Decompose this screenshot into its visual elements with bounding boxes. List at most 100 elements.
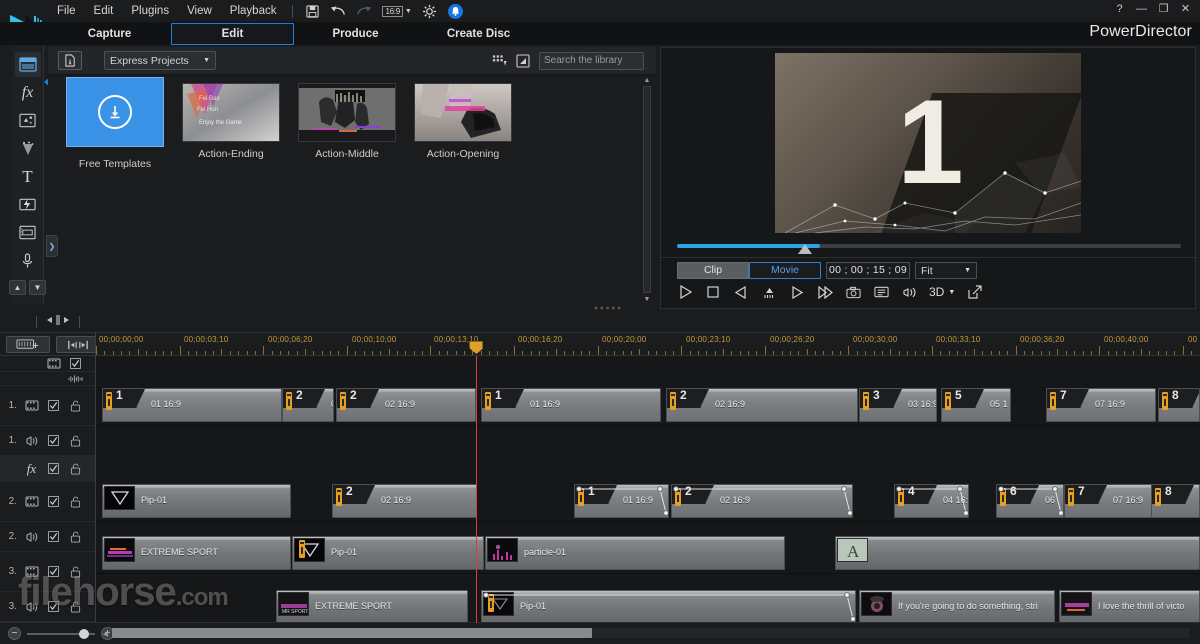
track-lock-icon[interactable] [68, 495, 83, 508]
menu-playback[interactable]: Playback [221, 2, 286, 20]
clip-mode-button[interactable]: Clip [677, 262, 749, 279]
preview-timecode[interactable]: 00 ; 00 ; 15 ; 09 [826, 262, 910, 279]
track-lock-icon[interactable] [68, 434, 83, 447]
tab-create-disc[interactable]: Create Disc [417, 24, 540, 44]
chevron-down-icon[interactable]: ▼ [405, 8, 412, 15]
clip-info-icon[interactable] [1050, 392, 1056, 410]
track-header-video-1[interactable]: 1. [0, 386, 95, 426]
next-frame-button[interactable] [789, 284, 805, 300]
search-input[interactable] [544, 55, 676, 66]
track-visibility-checkbox[interactable] [46, 434, 61, 447]
minimize-button[interactable]: — [1135, 3, 1148, 15]
track-visibility-checkbox[interactable] [46, 399, 61, 412]
previous-frame-button[interactable] [733, 284, 749, 300]
clip-info-icon[interactable] [675, 488, 681, 506]
preview-scrubber-handle[interactable] [798, 244, 812, 254]
tab-capture[interactable]: Capture [48, 24, 171, 44]
track-lock-icon[interactable] [68, 530, 83, 543]
timeline-clip[interactable]: 1 01 16:9 [574, 484, 669, 518]
timeline-clip[interactable]: 2 02 [282, 388, 334, 422]
play-button[interactable] [677, 284, 693, 300]
clip-info-icon[interactable] [945, 392, 951, 410]
timeline-scrollbar-track[interactable] [112, 628, 1190, 638]
clip-info-icon[interactable] [898, 488, 904, 506]
track-lock-icon[interactable] [68, 399, 83, 412]
timeline-clip[interactable]: If you're going to do something, stri [859, 590, 1055, 623]
timeline-horizontal-scrollbar[interactable]: ◀ [100, 627, 1198, 640]
track-lock-icon[interactable] [68, 462, 83, 475]
popout-icon[interactable] [967, 284, 983, 300]
library-item-action-middle[interactable]: Action-Middle [298, 83, 396, 170]
clip-info-icon[interactable] [863, 392, 869, 410]
magnet-snap-button[interactable] [56, 336, 100, 353]
timeline-clip[interactable]: 2 02 16:9 [336, 388, 476, 422]
tab-produce[interactable]: Produce [294, 24, 417, 44]
step-backward-button[interactable] [761, 284, 777, 300]
library-expand-button[interactable]: ❯ [46, 235, 58, 257]
media-room-icon[interactable] [14, 52, 41, 77]
gear-icon[interactable] [422, 4, 438, 19]
track-header-video-3[interactable]: 3. [0, 552, 95, 592]
playhead-line[interactable] [476, 356, 478, 623]
movie-mode-button[interactable]: Movie [749, 262, 821, 279]
timeline-clip[interactable]: Pip-01 [292, 536, 484, 570]
3d-mode-button[interactable]: 3D ▼ [929, 285, 955, 299]
track-visibility-checkbox[interactable] [46, 462, 61, 475]
scroll-up-icon[interactable]: ▲ [642, 75, 652, 85]
scroll-rooms-up-button[interactable]: ▲ [9, 280, 26, 295]
timeline-clip[interactable]: 2 02 16:9 [666, 388, 858, 422]
clip-info-icon[interactable] [106, 392, 112, 410]
volume-button[interactable] [901, 284, 917, 300]
timeline-clip[interactable]: particle-01 [485, 536, 785, 570]
clip-info-icon[interactable] [485, 392, 491, 410]
clip-info-icon[interactable] [578, 488, 584, 506]
clip-info-icon[interactable] [340, 392, 346, 410]
save-icon[interactable] [304, 4, 320, 19]
timeline-clip[interactable]: 6 06 [996, 484, 1064, 518]
track-header-audio-1[interactable]: 1. [0, 426, 95, 456]
preview-zoom-select[interactable]: Fit ▼ [915, 262, 977, 279]
track-header-audio-2[interactable]: 2. [0, 522, 95, 552]
clip-info-icon[interactable] [488, 594, 494, 612]
timeline-clip[interactable]: 2 02 16:9 [671, 484, 853, 518]
clip-info-icon[interactable] [286, 392, 292, 410]
timeline-ruler[interactable]: 00;00;00;00 00;00;03;10 00;00;06;20 00;0… [96, 333, 1200, 355]
timeline-clip[interactable]: I love the thrill of victo [1059, 590, 1200, 623]
undo-icon[interactable] [330, 4, 346, 19]
timeline-scrollbar-thumb[interactable] [112, 628, 592, 638]
timeline-clip[interactable]: Pip-01 [481, 590, 856, 623]
fx-icon[interactable]: fx [24, 461, 39, 476]
track-visibility-checkbox[interactable] [46, 600, 61, 613]
bell-icon[interactable] [447, 3, 463, 19]
audio-track-icon[interactable] [24, 600, 39, 613]
timeline-clip[interactable]: Pip-01 [102, 484, 291, 518]
snapshot-button[interactable] [845, 284, 861, 300]
clip-info-icon[interactable] [670, 392, 676, 410]
library-item-free-templates[interactable]: Free Templates [66, 77, 164, 170]
video-track-icon[interactable] [24, 565, 39, 578]
video-track-icon[interactable] [46, 357, 61, 370]
track-header-audio-3[interactable]: 3. [0, 592, 95, 622]
track-visibility-checkbox[interactable] [68, 357, 83, 370]
clip-info-icon[interactable] [336, 488, 342, 506]
library-scrollbar-track[interactable] [643, 86, 651, 293]
transition-room-icon[interactable] [15, 192, 41, 217]
library-scrollbar[interactable]: ▲ ▼ [642, 75, 652, 304]
menu-edit[interactable]: Edit [85, 2, 123, 20]
tab-edit[interactable]: Edit [171, 22, 294, 45]
library-item-action-opening[interactable]: Action-Opening [414, 83, 512, 170]
scroll-rooms-down-button[interactable]: ▼ [29, 280, 46, 295]
audio-waveform-icon[interactable] [68, 372, 83, 385]
scroll-down-icon[interactable]: ▼ [642, 294, 652, 304]
restore-button[interactable]: ❐ [1157, 2, 1170, 15]
audio-track-icon[interactable] [24, 530, 39, 543]
track-manager-button[interactable] [6, 336, 50, 353]
zoom-out-icon[interactable]: − [8, 627, 21, 640]
clip-info-icon[interactable] [299, 540, 305, 558]
track-header-fx[interactable]: fx [0, 456, 95, 482]
voice-over-room-icon[interactable] [15, 248, 41, 273]
clip-info-icon[interactable] [1155, 488, 1161, 506]
timeline-clip[interactable]: EXTREME SPORT [102, 536, 291, 570]
timeline-clip[interactable]: 4 04 16:9 [894, 484, 969, 518]
track-header-master-video[interactable] [0, 356, 95, 372]
